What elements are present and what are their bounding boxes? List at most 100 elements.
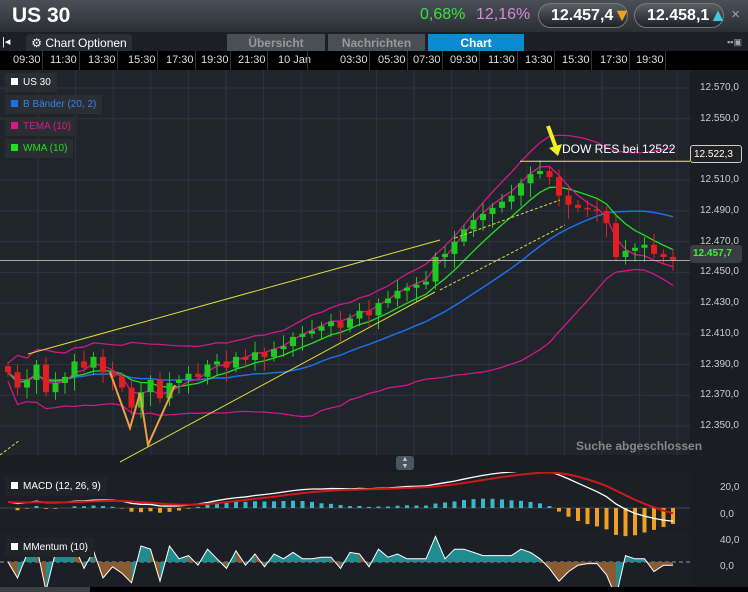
candle-body [233, 356, 239, 368]
legend-us30[interactable]: US 30 [5, 73, 57, 92]
swatch [11, 122, 18, 129]
horizontal-scrollbar[interactable] [0, 587, 748, 592]
macd-histogram-bar [500, 499, 504, 508]
candle-body [556, 177, 562, 196]
macd-histogram-bar [34, 505, 39, 508]
macd-histogram-bar [262, 501, 267, 508]
macd-histogram-bar [414, 505, 419, 508]
close-icon[interactable]: × [731, 6, 740, 23]
candle-body [204, 364, 211, 377]
candle-body [527, 174, 534, 184]
candle-body [622, 250, 629, 258]
buy-button[interactable]: 12.458,1 ▲ [634, 3, 727, 28]
candle-body [299, 333, 306, 337]
time-label: 03:30 [340, 54, 368, 66]
resistance-price-label: 12.522,3 [690, 145, 742, 163]
tab-chart[interactable]: Chart [428, 34, 524, 51]
collapse-panel-button[interactable]: |◂ [2, 35, 10, 48]
momentum-area [321, 557, 331, 562]
macd-axis-label: 0,0 [720, 509, 734, 520]
candle-body [176, 379, 182, 383]
candle-body [594, 209, 600, 211]
momentum-axis-label: 40,0 [720, 535, 740, 546]
macd-histogram-bar [452, 501, 457, 508]
candle-body [309, 330, 315, 334]
macd-histogram-bar [139, 508, 143, 513]
legend-wma[interactable]: WMA (10) [5, 139, 74, 158]
candle-body [214, 361, 220, 365]
candle-body [119, 376, 125, 388]
resize-panels-handle[interactable]: ▲ ▼ [396, 456, 414, 470]
arrow-up-icon: ▲ [709, 5, 727, 25]
candle-body [52, 382, 59, 393]
candle-body [62, 376, 68, 383]
candle-body [404, 287, 410, 291]
time-label: 19:30 [636, 54, 664, 66]
macd-histogram-bar [443, 502, 447, 508]
chart-options-button[interactable]: ⚙ Chart Optionen [26, 34, 132, 51]
indicator-panels [0, 472, 690, 592]
candle-body [603, 210, 610, 224]
legend-tema[interactable]: TEMA (10) [5, 117, 77, 136]
time-axis: 09:30 11:30 13:30 15:30 17:30 19:30 21:30 10 Ja… [0, 51, 748, 70]
macd-histogram-bar [623, 508, 628, 537]
time-divider [517, 51, 518, 70]
candle-body [81, 361, 87, 368]
candle-body [347, 318, 353, 328]
candle-body [280, 346, 287, 350]
swatch [11, 100, 18, 107]
time-divider [554, 51, 555, 70]
candle-body [147, 379, 154, 393]
legend-macd[interactable]: MACD (12, 26, 9) [5, 477, 107, 496]
time-divider [267, 51, 268, 70]
macd-histogram-bar [348, 506, 352, 508]
price-label: 12.510,0 [700, 174, 739, 186]
candle-body [470, 220, 477, 230]
gear-icon: ⚙ [31, 36, 46, 50]
layout-icons[interactable]: ▪▪▣ [727, 37, 742, 48]
sell-button[interactable]: 12.457,4 ▼ [538, 3, 631, 28]
time-divider [407, 51, 408, 70]
status-text: Suche abgeschlossen [576, 439, 703, 453]
macd-histogram-bar [25, 508, 29, 509]
macd-histogram-bar [291, 500, 295, 508]
swatch [11, 78, 18, 85]
legend-bollinger[interactable]: B Bänder (20, 2) [5, 95, 103, 114]
candle-body [670, 257, 676, 261]
macd-histogram-bar [566, 508, 571, 517]
candle-body [537, 170, 543, 175]
candle-body [442, 253, 448, 258]
macd-histogram-bar [148, 508, 153, 512]
legend-label: MACD (12, 26, 9) [23, 481, 101, 492]
legend-momentum[interactable]: MMentum (10) [5, 538, 95, 557]
time-divider [230, 51, 231, 70]
macd-histogram-bar [129, 508, 134, 512]
tab-uebersicht[interactable]: Übersicht [227, 34, 325, 51]
tab-nachrichten[interactable]: Nachrichten [328, 34, 425, 51]
candle-body [100, 356, 106, 373]
macd-histogram-bar [196, 506, 200, 508]
macd-histogram-bar [110, 506, 115, 508]
price-label: 12.390,0 [700, 358, 739, 370]
macd-histogram-bar [538, 503, 542, 508]
candle-body [565, 195, 572, 205]
macd-histogram-bar [338, 505, 343, 508]
legend-label: MMentum (10) [23, 542, 89, 553]
candle-body [356, 310, 363, 319]
time-divider [629, 51, 630, 70]
time-divider [369, 51, 370, 70]
candle-body [90, 356, 97, 368]
bid-price: 12.457,4 [551, 7, 614, 24]
price-chart[interactable] [0, 70, 748, 470]
scrollbar-thumb[interactable] [0, 587, 90, 592]
candle-body [480, 213, 486, 221]
candle-body [518, 183, 524, 196]
candle-body [128, 387, 135, 408]
candle-body [261, 352, 268, 357]
time-label: 15:30 [128, 54, 156, 66]
macd-histogram-bar [319, 503, 324, 508]
ask-price: 12.458,1 [647, 7, 710, 24]
macd-histogram-bar [177, 508, 181, 511]
time-divider [479, 51, 480, 70]
momentum-area [492, 555, 502, 562]
